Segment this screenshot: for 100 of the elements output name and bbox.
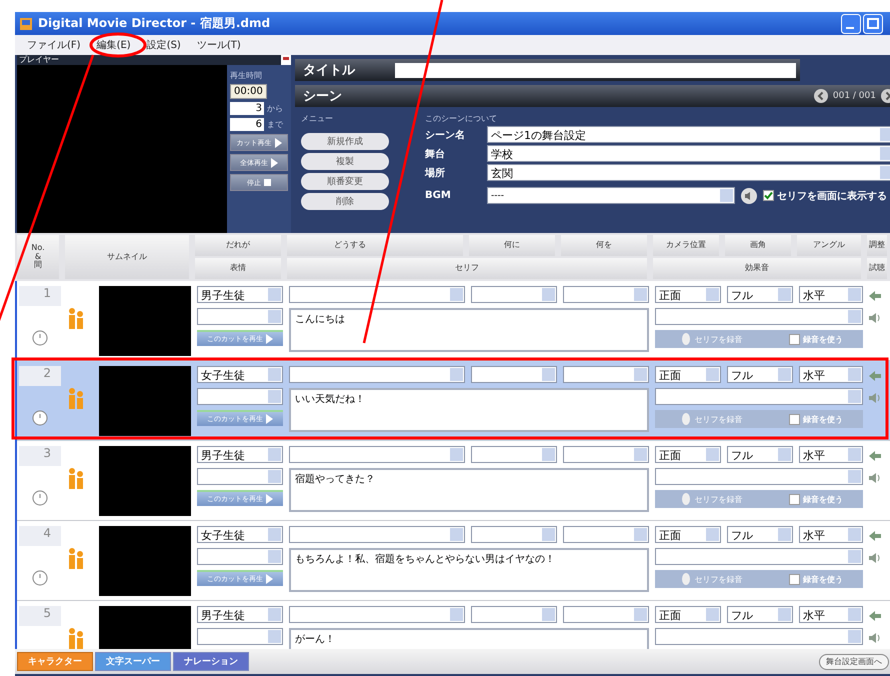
dropdown[interactable]: 学校 [487,145,890,162]
dropdown[interactable] [289,606,465,623]
dropdown[interactable] [197,388,283,405]
title-field[interactable] [395,62,796,78]
clock-icon[interactable] [32,490,48,506]
menu-item[interactable]: 編集(E) [96,38,131,52]
menu-label: メニュー [301,113,334,124]
dropdown[interactable]: 正面 [655,286,721,303]
dropdown[interactable]: 男子生徒 [197,286,283,303]
dialogue-field[interactable]: もちろんよ！私、宿題をちゃんとやらない男はイヤなの！ [289,548,649,592]
dropdown[interactable]: 正面 [655,606,721,623]
dialogue-field[interactable]: いい天気だね！ [289,388,649,432]
dropdown[interactable]: 水平 [799,446,863,463]
dropdown[interactable]: 正面 [655,366,721,383]
dropdown[interactable] [289,526,465,543]
dropdown[interactable]: 水平 [799,606,863,623]
dropdown[interactable]: フル [727,446,793,463]
clock-icon[interactable] [32,570,48,586]
dialogue-field[interactable]: 宿題やってきた？ [289,468,649,512]
dialogue-field[interactable]: がーん！ [289,628,649,649]
dropdown[interactable]: 水平 [799,366,863,383]
speaker-icon[interactable] [741,188,757,204]
column-header: アングル [797,235,861,256]
column-header: どうする [287,235,463,256]
menu-item[interactable]: ツール(T) [196,38,241,52]
title-label: タイトル [303,62,356,79]
scene-menu-button[interactable]: 新規作成 [301,133,389,150]
minimize-icon[interactable] [841,14,861,34]
dropdown[interactable]: フル [727,286,793,303]
dropdown[interactable] [655,388,863,405]
characters-icon [67,387,85,411]
app-icon [19,16,33,30]
previous-icon[interactable] [814,89,828,103]
show-dialogue-checkbox[interactable]: セリフを画面に表示する [763,188,887,202]
column-header: 調整 [867,235,887,256]
field-label: 舞台 [425,148,446,160]
maximize-icon[interactable] [863,14,883,34]
characters-icon [67,547,85,571]
dropdown[interactable] [563,286,649,303]
dropdown[interactable] [563,606,649,623]
thumbnail[interactable] [99,446,191,516]
column-header: 何に [469,235,555,256]
dropdown[interactable] [197,468,283,485]
column-header: セリフ [287,258,647,279]
dropdown[interactable]: フル [727,606,793,623]
dropdown[interactable]: 女子生徒 [197,366,283,383]
dropdown[interactable] [197,628,283,645]
dropdown[interactable] [563,526,649,543]
dropdown[interactable] [289,366,465,383]
annotation-circle [90,32,146,58]
section-label: このシーンについて [425,113,498,124]
dropdown[interactable] [471,606,557,623]
start-field[interactable]: 3 [230,102,264,115]
dropdown[interactable]: 水平 [799,526,863,543]
dropdown[interactable] [563,366,649,383]
dropdown[interactable]: フル [727,366,793,383]
time-label: 再生時間 [230,70,262,81]
dropdown[interactable]: 男子生徒 [197,446,283,463]
dropdown[interactable] [471,286,557,303]
dropdown[interactable]: フル [727,526,793,543]
end-field[interactable]: 6 [230,118,264,131]
dropdown[interactable] [289,286,465,303]
cut-number: 4 [19,526,61,546]
scene-menu-button[interactable]: 複製 [301,153,389,170]
dropdown[interactable] [655,548,863,565]
dropdown[interactable] [655,308,863,325]
dropdown[interactable]: 男子生徒 [197,606,283,623]
menu-item[interactable]: ファイル(F) [27,38,81,52]
dropdown[interactable]: 女子生徒 [197,526,283,543]
clock-icon[interactable] [32,330,48,346]
menu-item[interactable]: 設定(S) [146,38,181,52]
dropdown[interactable] [563,446,649,463]
dropdown[interactable]: ページ1の舞台設定 [487,126,890,143]
page-indicator: 001 / 001 [832,91,876,101]
dropdown[interactable]: 正面 [655,526,721,543]
clock-icon[interactable] [32,410,48,426]
bottom-tab[interactable]: ナレーション [173,652,249,671]
dropdown[interactable] [197,548,283,565]
dropdown[interactable]: ---- [487,187,735,204]
scene-menu-button[interactable]: 削除 [301,193,389,210]
dropdown[interactable] [655,468,863,485]
scene-menu-button[interactable]: 順番変更 [301,173,389,190]
dropdown[interactable] [197,308,283,325]
next-screen-button[interactable]: 舞台設定画面へ [819,654,889,670]
dropdown[interactable] [471,366,557,383]
column-header: 何を [561,235,647,256]
dropdown[interactable] [471,526,557,543]
dropdown[interactable]: 水平 [799,286,863,303]
column-header: 効果音 [653,258,861,279]
dialogue-field[interactable]: こんにちは [289,308,649,352]
dropdown[interactable] [289,446,465,463]
dropdown[interactable]: 玄関 [487,164,890,181]
thumbnail[interactable] [99,286,191,356]
column-header: 試聴 [867,258,887,279]
dropdown[interactable] [655,628,863,645]
column-header: サムネイル [65,235,189,279]
thumbnail[interactable] [99,526,191,596]
dropdown[interactable] [471,446,557,463]
dropdown[interactable]: 正面 [655,446,721,463]
thumbnail[interactable] [99,366,191,436]
